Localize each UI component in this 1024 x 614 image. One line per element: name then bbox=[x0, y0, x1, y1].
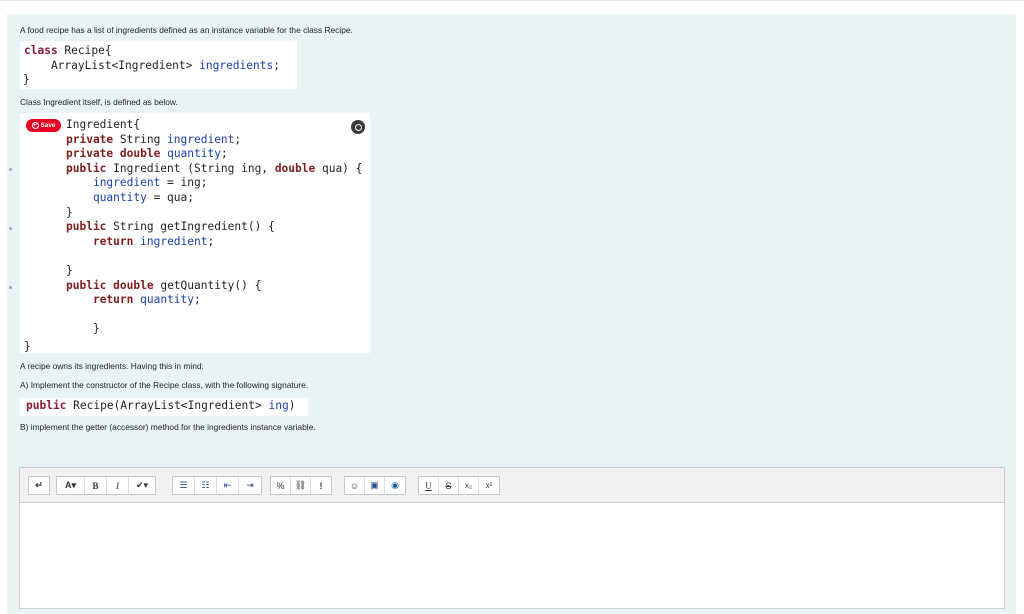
part-a-text: A) Implement the constructor of the Reci… bbox=[20, 380, 309, 390]
margin-marker bbox=[9, 227, 12, 230]
question-intro: A food recipe has a list of ingredients … bbox=[20, 25, 353, 35]
superscript-button[interactable]: x² bbox=[479, 477, 499, 494]
answer-editor: ↵ A▾ B I ✔▾ ☰ ☷ ⇤ ⇥ % ⛓ ! ☺ ▣ ◉ U S x₂ x… bbox=[19, 467, 1005, 609]
part-b-text: B) implement the getter (accessor) metho… bbox=[20, 422, 316, 432]
toolbar-group-paragraph: ↵ bbox=[28, 476, 50, 495]
lens-icon[interactable] bbox=[351, 120, 365, 134]
outdent-button[interactable]: ⇤ bbox=[217, 477, 239, 494]
brush-button[interactable]: ✔▾ bbox=[129, 477, 155, 494]
subscript-button[interactable]: x₂ bbox=[459, 477, 479, 494]
margin-marker bbox=[9, 168, 12, 171]
ingredient-close-brace: } bbox=[24, 340, 31, 353]
bullet-list-button[interactable]: ☰ bbox=[173, 477, 195, 494]
signature-code: public Recipe(ArrayList<Ingredient> ing) bbox=[26, 399, 296, 412]
image-button[interactable]: ▣ bbox=[365, 477, 385, 494]
unlink-button[interactable]: ⛓ bbox=[291, 477, 311, 494]
toolbar-group-media: ☺ ▣ ◉ bbox=[344, 476, 406, 495]
media-button[interactable]: ◉ bbox=[385, 477, 405, 494]
indent-button[interactable]: ⇥ bbox=[239, 477, 261, 494]
link-button[interactable]: % bbox=[271, 477, 291, 494]
numbered-list-button[interactable]: ☷ bbox=[195, 477, 217, 494]
font-color-button[interactable]: A▾ bbox=[57, 477, 85, 494]
editor-toolbar: ↵ A▾ B I ✔▾ ☰ ☷ ⇤ ⇥ % ⛓ ! ☺ ▣ ◉ U S x₂ x… bbox=[20, 468, 1004, 503]
owns-text: A recipe owns its ingredients. Having th… bbox=[20, 361, 204, 371]
emphasis-button[interactable]: ! bbox=[311, 477, 331, 494]
pinterest-save-button[interactable]: P Save bbox=[26, 119, 61, 132]
pinterest-icon: P bbox=[31, 122, 39, 129]
italic-button[interactable]: I bbox=[107, 477, 129, 494]
ingredient-intro: Class Ingredient itself, is defined as b… bbox=[20, 97, 178, 107]
emoji-button[interactable]: ☺ bbox=[345, 477, 365, 494]
bold-button[interactable]: B bbox=[85, 477, 107, 494]
signature-code-block: public Recipe(ArrayList<Ingredient> ing) bbox=[20, 398, 308, 416]
recipe-code: class Recipe{ ArrayList<Ingredient> ingr… bbox=[24, 44, 280, 72]
save-label: Save bbox=[40, 122, 56, 129]
ingredient-code: Ingredient{ private String ingredient; p… bbox=[66, 118, 363, 336]
answer-text-area[interactable] bbox=[20, 503, 1004, 608]
margin-marker bbox=[9, 286, 12, 289]
top-divider bbox=[0, 0, 1024, 1]
toolbar-group-style: U S x₂ x² bbox=[418, 476, 500, 495]
ingredient-code-block: Ingredient{ private String ingredient; p… bbox=[20, 113, 370, 353]
toolbar-group-links: % ⛓ ! bbox=[270, 476, 332, 495]
recipe-code-block: class Recipe{ ArrayList<Ingredient> ingr… bbox=[20, 41, 297, 89]
recipe-close-brace: } bbox=[23, 73, 30, 86]
paragraph-button[interactable]: ↵ bbox=[29, 477, 49, 494]
strikethrough-button[interactable]: S bbox=[439, 477, 459, 494]
toolbar-group-format: A▾ B I ✔▾ bbox=[56, 476, 156, 495]
underline-button[interactable]: U bbox=[419, 477, 439, 494]
toolbar-group-lists: ☰ ☷ ⇤ ⇥ bbox=[172, 476, 262, 495]
